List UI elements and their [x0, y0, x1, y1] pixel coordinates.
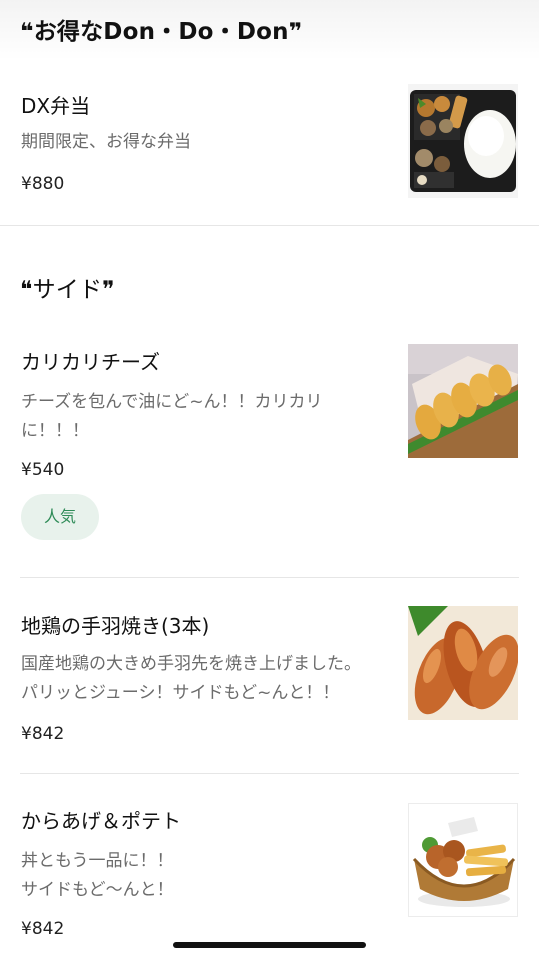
item-price: ¥880	[21, 174, 65, 194]
menu-item-chicken-wings[interactable]: 地鶏の手羽焼き(3本) 国産地鶏の大きめ手羽先を焼き上げました。 パリッとジュー…	[0, 590, 539, 774]
section-divider	[0, 225, 539, 226]
item-price: ¥540	[21, 460, 65, 480]
item-description: チーズを包んで油にど~ん！！カリカリ に！！！	[21, 392, 323, 441]
item-description: 期間限定、お得な弁当	[21, 132, 191, 152]
item-divider	[20, 773, 519, 774]
section-title-side: ❝サイド❞	[20, 277, 115, 303]
item-name: からあげ＆ポテト	[21, 809, 181, 833]
item-name: 地鶏の手羽焼き(3本)	[21, 614, 210, 638]
chicken-wings-photo-icon	[408, 606, 518, 720]
item-divider	[20, 577, 519, 578]
item-description: 丼ともう一品に！！ サイドもど〜んと！	[21, 851, 174, 900]
item-name: カリカリチーズ	[21, 350, 160, 374]
karaage-fries-photo-icon	[408, 803, 518, 917]
item-price: ¥842	[21, 919, 65, 939]
menu-item-karaage-fries[interactable]: からあげ＆ポテト 丼ともう一品に！！ サイドもど〜んと！ ¥842	[0, 785, 539, 960]
item-price: ¥842	[21, 724, 65, 744]
item-description: 国産地鶏の大きめ手羽先を焼き上げました。 パリッとジューシ！サイドもど~んと！！	[21, 654, 361, 703]
menu-item-crispy-cheese[interactable]: カリカリチーズ チーズを包んで油にど~ん！！カリカリ に！！！ ¥540 人気	[0, 330, 539, 578]
home-indicator[interactable]	[173, 942, 366, 948]
bento-photo-icon	[408, 84, 518, 198]
item-name: DX弁当	[21, 94, 91, 118]
section-title-deal: ❝お得なDon・Do・Don❞	[20, 19, 303, 45]
menu-item-dx-bento[interactable]: DX弁当 期間限定、お得な弁当 ¥880	[0, 70, 539, 225]
popular-badge: 人気	[21, 494, 99, 540]
fried-cheese-photo-icon	[408, 344, 518, 458]
